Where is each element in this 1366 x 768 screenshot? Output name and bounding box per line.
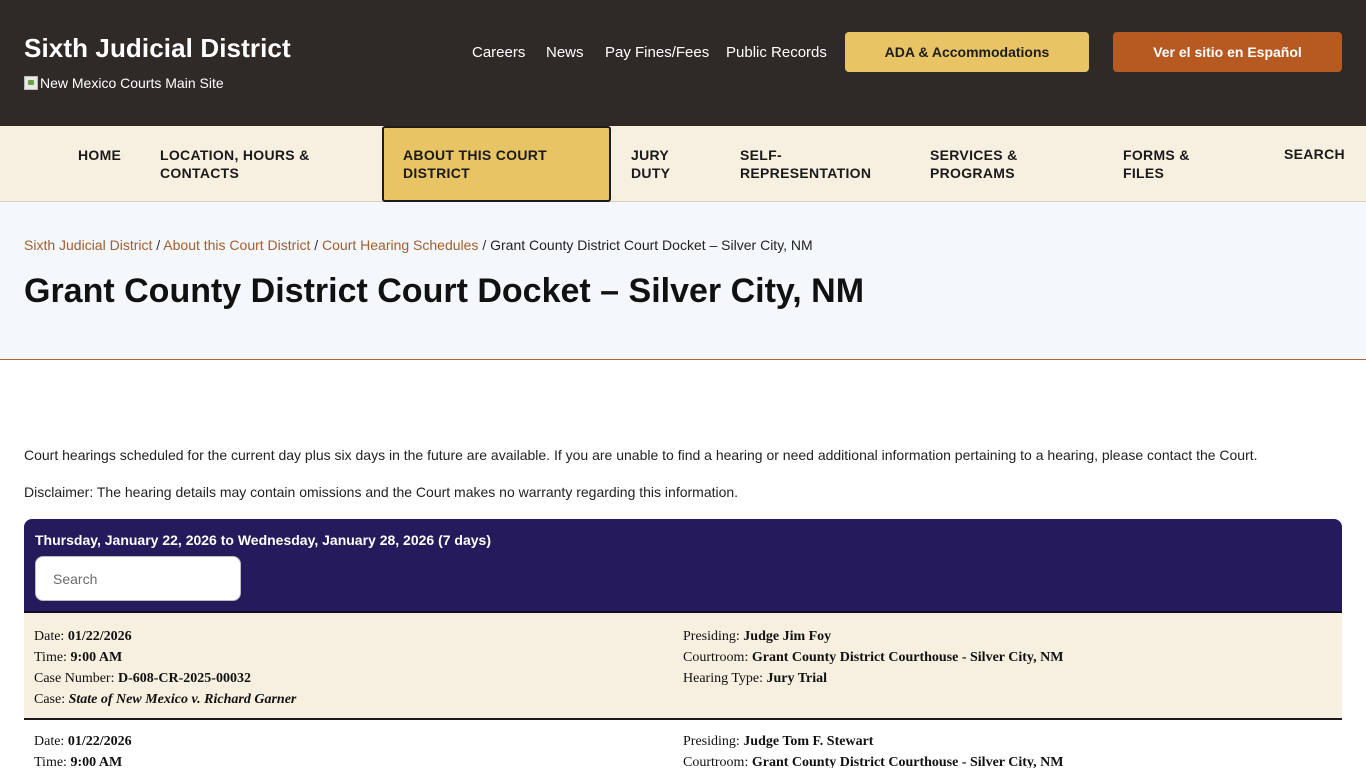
docket-header: Thursday, January 22, 2026 to Wednesday,… bbox=[24, 519, 1342, 613]
case-label: Case: bbox=[34, 692, 66, 707]
nav-item-forms[interactable]: FORMS & FILES bbox=[1123, 146, 1213, 182]
pay-fines-link[interactable]: Pay Fines/Fees bbox=[605, 44, 709, 61]
site-header: Sixth Judicial District New Mexico Court… bbox=[0, 0, 1366, 126]
careers-link[interactable]: Careers bbox=[472, 44, 525, 61]
nav-item-home[interactable]: HOME bbox=[78, 146, 121, 164]
nav-item-self-representation[interactable]: SELF-REPRESENTATION bbox=[740, 146, 890, 182]
time-label: Time: bbox=[34, 755, 67, 768]
presiding-label: Presiding: bbox=[683, 629, 740, 644]
hearing-row: Date: 01/22/2026 Time: 9:00 AM Presiding… bbox=[24, 720, 1342, 768]
breadcrumb-separator: / bbox=[314, 237, 319, 253]
logo-alt-text: New Mexico Courts Main Site bbox=[40, 75, 224, 91]
hearing-time: 9:00 AM bbox=[70, 650, 123, 665]
broken-image-icon bbox=[24, 76, 38, 90]
nav-item-search[interactable]: SEARCH bbox=[1284, 145, 1345, 163]
hearing-type-label: Hearing Type: bbox=[683, 671, 764, 686]
intro-text: Court hearings scheduled for the current… bbox=[24, 447, 1258, 463]
hearing-court-details: Presiding: Judge Tom F. Stewart Courtroo… bbox=[683, 731, 1063, 768]
nav-item-about[interactable]: ABOUT THIS COURT DISTRICT bbox=[403, 146, 573, 182]
nav-item-location[interactable]: LOCATION, HOURS & CONTACTS bbox=[160, 146, 330, 182]
case-number-label: Case Number: bbox=[34, 671, 115, 686]
hearing-time: 9:00 AM bbox=[70, 755, 123, 768]
public-records-link[interactable]: Public Records bbox=[726, 44, 827, 61]
presiding-label: Presiding: bbox=[683, 734, 740, 749]
courtroom: Grant County District Courthouse - Silve… bbox=[751, 650, 1064, 665]
hearing-court-details: Presiding: Judge Jim Foy Courtroom: Gran… bbox=[683, 626, 1063, 689]
news-link[interactable]: News bbox=[546, 44, 584, 61]
breadcrumb-link-schedules[interactable]: Court Hearing Schedules bbox=[322, 237, 478, 253]
courtroom-label: Courtroom: bbox=[683, 650, 749, 665]
hearing-date: 01/22/2026 bbox=[67, 734, 132, 749]
breadcrumb-link-about[interactable]: About this Court District bbox=[163, 237, 310, 253]
breadcrumb-separator: / bbox=[482, 237, 487, 253]
courtroom-label: Courtroom: bbox=[683, 755, 749, 768]
docket-search-input[interactable] bbox=[35, 556, 241, 601]
presiding-judge: Judge Jim Foy bbox=[743, 629, 832, 644]
nav-item-jury-duty[interactable]: JURY DUTY bbox=[631, 146, 691, 182]
nm-courts-logo-link[interactable]: New Mexico Courts Main Site bbox=[24, 74, 224, 92]
breadcrumb-link-home[interactable]: Sixth Judicial District bbox=[24, 237, 152, 253]
hearing-date: 01/22/2026 bbox=[67, 629, 132, 644]
disclaimer-text: Disclaimer: The hearing details may cont… bbox=[24, 484, 739, 500]
hearing-type: Jury Trial bbox=[766, 671, 828, 686]
time-label: Time: bbox=[34, 650, 67, 665]
site-title[interactable]: Sixth Judicial District bbox=[24, 33, 291, 64]
breadcrumb-current: Grant County District Court Docket – Sil… bbox=[490, 237, 813, 253]
page-hero: Sixth Judicial District / About this Cou… bbox=[0, 202, 1366, 360]
date-range: Thursday, January 22, 2026 to Wednesday,… bbox=[35, 532, 491, 548]
hearing-case-details: Date: 01/22/2026 Time: 9:00 AM Case Numb… bbox=[34, 626, 296, 710]
hearing-case-details: Date: 01/22/2026 Time: 9:00 AM bbox=[34, 731, 132, 768]
presiding-judge: Judge Tom F. Stewart bbox=[743, 734, 874, 749]
hearing-row: Date: 01/22/2026 Time: 9:00 AM Case Numb… bbox=[24, 613, 1342, 720]
page-title: Grant County District Court Docket – Sil… bbox=[24, 272, 865, 310]
nav-item-services[interactable]: SERVICES & PROGRAMS bbox=[930, 146, 1040, 182]
courtroom: Grant County District Courthouse - Silve… bbox=[751, 755, 1064, 768]
breadcrumb: Sixth Judicial District / About this Cou… bbox=[24, 237, 813, 253]
date-label: Date: bbox=[34, 629, 65, 644]
case-number: D-608-CR-2025-00032 bbox=[117, 671, 251, 686]
breadcrumb-separator: / bbox=[156, 237, 161, 253]
case-name: State of New Mexico v. Richard Garner bbox=[68, 692, 297, 707]
spanish-site-button[interactable]: Ver el sitio en Español bbox=[1113, 32, 1342, 72]
ada-accommodations-button[interactable]: ADA & Accommodations bbox=[845, 32, 1089, 72]
date-label: Date: bbox=[34, 734, 65, 749]
